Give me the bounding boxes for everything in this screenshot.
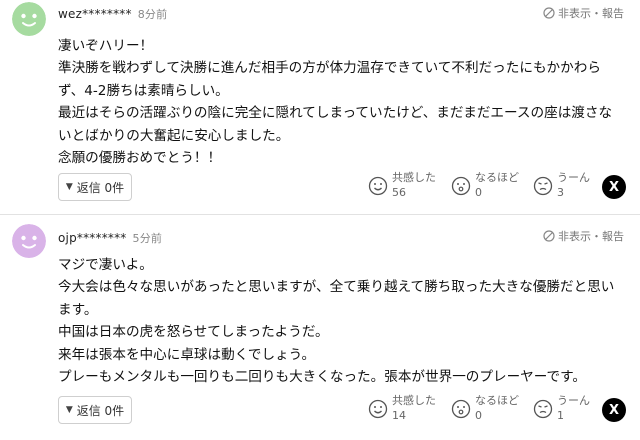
avatar[interactable] [12,224,46,258]
surprised-icon [451,399,471,419]
comment-line: 今大会は色々な思いがあったと思いますが、全て乗り越えて勝ち取った大きな優勝だと思… [58,279,615,296]
comment-line: 念願の優勝おめでとう！！ [58,150,222,167]
comment-line: マジで凄いよ。 [58,257,153,273]
comment-line: プレーもメンタルも一回りも二回りも大きくなった。張本が世界一のプレーヤーです。 [58,369,586,386]
reaction-hmm-button[interactable]: うーん 1 [533,393,590,423]
share-x-button[interactable]: X [602,175,626,199]
surprised-icon [451,176,471,196]
comment-card: wez******** 8分前 非表示・報告 凄いぞハリー！ 準決勝を戦わずして… [0,0,640,210]
reaction-label: なるほど [475,171,519,184]
timestamp: 8分前 [137,8,168,21]
comment-header: ojp******** 5分前 [58,230,162,246]
divider [0,214,640,215]
reply-button[interactable]: ▼ 返信 0件 [58,173,132,201]
x-logo-icon: X [608,179,620,195]
reaction-hmm-button[interactable]: うーん 3 [533,170,590,200]
reaction-count: 56 [392,186,406,199]
hide-report-label: 非表示・報告 [558,230,624,243]
reaction-label: うーん [557,394,590,407]
timestamp: 5分前 [132,232,163,245]
comment-line: 凄いぞハリー！ [58,38,154,54]
smile-icon [368,176,388,196]
hide-report-button[interactable]: 非表示・報告 [543,5,624,21]
reaction-label: なるほど [475,394,519,407]
comment-card: ojp******** 5分前 非表示・報告 マジで凄いよ。 今大会は色々な思い… [0,221,640,440]
reaction-label: 共感した [392,171,436,184]
caret-down-icon: ▼ [65,405,73,415]
reaction-count: 14 [392,409,406,422]
comment-line: ず、4-2勝ちは素晴らしい。 [58,82,229,99]
comment-line: 中国は日本の虎を怒らせてしまったようだ。 [58,324,329,341]
reaction-count: 3 [557,186,564,199]
comment-body: 凄いぞハリー！ 準決勝を戦わずして決勝に進んだ相手の方が体力温存できていて不利だ… [58,35,624,169]
reaction-understand-button[interactable]: なるほど 0 [451,393,519,423]
comment-line: いとばかりの大奮起に安心しました。 [58,127,290,144]
reaction-label: 共感した [392,394,436,407]
comment-body: マジで凄いよ。 今大会は色々な思いがあったと思いますが、全て乗り越えて勝ち取った… [58,254,624,388]
reaction-count: 1 [557,409,564,422]
comment-line: 準決勝を戦わずして決勝に進んだ相手の方が体力温存できていて不利だったにもかかわら [58,60,601,77]
hide-report-label: 非表示・報告 [558,7,624,20]
block-icon [543,7,555,19]
reaction-count: 0 [475,186,482,199]
username[interactable]: wez******** [58,7,132,21]
comment-line: 最近はそらの活躍ぶりの陰に完全に隠れてしまっていたけど、まだまだエースの座は渡さ… [58,105,613,122]
smile-icon [368,399,388,419]
reply-label: 返信 0件 [76,180,125,195]
block-icon [543,230,555,242]
reply-button[interactable]: ▼ 返信 0件 [58,396,132,424]
hmm-icon [533,399,553,419]
reaction-empathize-button[interactable]: 共感した 14 [368,393,436,423]
hmm-icon [533,176,553,196]
reaction-empathize-button[interactable]: 共感した 56 [368,170,436,200]
comment-line: ます。 [58,301,98,318]
reaction-label: うーん [557,171,590,184]
username[interactable]: ojp******** [58,231,127,245]
comment-line: 来年は張本を中心に卓球は動くでしょう。 [58,346,316,363]
caret-down-icon: ▼ [65,182,73,192]
reaction-understand-button[interactable]: なるほど 0 [451,170,519,200]
comment-header: wez******** 8分前 [58,6,167,22]
share-x-button[interactable]: X [602,398,626,422]
reply-label: 返信 0件 [76,403,125,418]
avatar[interactable] [12,2,46,36]
reaction-count: 0 [475,409,482,422]
hide-report-button[interactable]: 非表示・報告 [543,228,624,244]
x-logo-icon: X [608,402,620,418]
